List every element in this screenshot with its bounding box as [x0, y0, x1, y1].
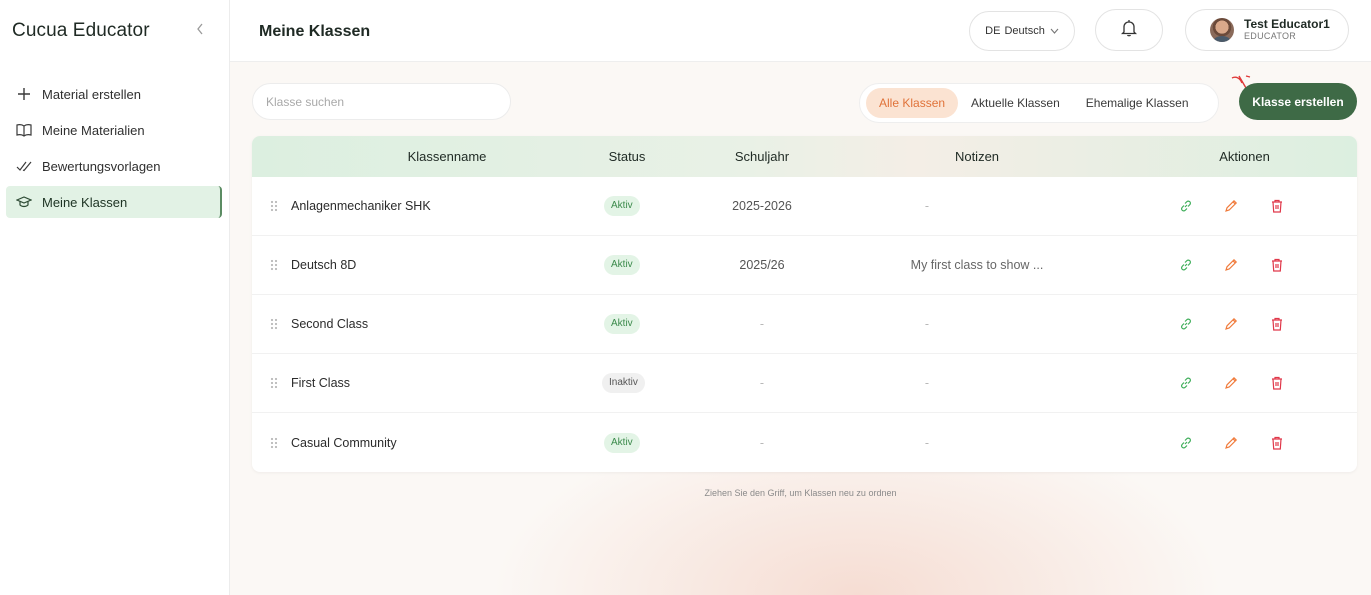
classes-table: Klassenname Status Schuljahr Notizen Akt…	[252, 136, 1357, 472]
top-bar: Meine Klassen DE Deutsch Test Educator1 …	[230, 0, 1371, 62]
notes: -	[924, 317, 930, 331]
sidebar-item-label: Meine Materialien	[42, 122, 145, 138]
sidebar-item-label: Bewertungsvorlagen	[42, 158, 161, 174]
status-badge: Inaktiv	[602, 373, 645, 393]
school-year: -	[759, 376, 765, 390]
user-menu[interactable]: Test Educator1 EDUCATOR	[1185, 9, 1349, 51]
school-year: -	[759, 435, 765, 450]
sidebar-item-material-erstellen[interactable]: Material erstellen	[6, 78, 222, 110]
status-badge: Aktiv	[604, 432, 640, 453]
table-row: Anlagenmechaniker SHK Aktiv 2025-2026 -	[252, 177, 1357, 236]
table-row: Second Class Aktiv - -	[252, 295, 1357, 354]
status-badge: Aktiv	[604, 255, 640, 275]
user-info: Test Educator1 EDUCATOR	[1244, 18, 1330, 42]
sidebar-nav: Material erstellen Meine Materialien Bew…	[6, 78, 222, 222]
drag-handle-icon[interactable]	[270, 200, 278, 212]
link-icon[interactable]	[1177, 197, 1195, 215]
status-badge: Aktiv	[604, 196, 640, 216]
language-selector[interactable]: DE Deutsch	[969, 11, 1075, 51]
edit-icon[interactable]	[1222, 374, 1240, 392]
book-icon	[14, 120, 34, 140]
link-icon[interactable]	[1177, 315, 1195, 333]
class-name: Casual Community	[291, 435, 397, 450]
notes: My first class to show ...	[910, 258, 1044, 272]
brand-title: Cucua Educator	[12, 20, 150, 41]
create-class-button[interactable]: Klasse erstellen	[1239, 83, 1357, 120]
reorder-hint: Ziehen Sie den Griff, um Klassen neu zu …	[704, 488, 897, 498]
school-year: -	[759, 317, 765, 331]
table-row: First Class Inaktiv - -	[252, 354, 1357, 413]
filter-tabs: Alle Klassen Aktuelle Klassen Ehemalige …	[859, 83, 1219, 123]
language-code: DE	[985, 25, 1001, 37]
table-body: Anlagenmechaniker SHK Aktiv 2025-2026 - …	[252, 177, 1357, 472]
page-title: Meine Klassen	[259, 23, 371, 40]
notifications-button[interactable]	[1095, 9, 1163, 51]
class-name: Deutsch 8D	[291, 258, 357, 272]
avatar	[1210, 18, 1234, 42]
link-icon[interactable]	[1177, 374, 1195, 392]
school-year: 2025/26	[739, 258, 785, 272]
edit-icon[interactable]	[1222, 197, 1240, 215]
bell-icon	[1120, 19, 1138, 42]
chevron-down-icon	[1050, 26, 1059, 36]
language-label: Deutsch	[1004, 25, 1045, 37]
delete-icon[interactable]	[1268, 374, 1286, 392]
sidebar-item-bewertungsvorlagen[interactable]: Bewertungsvorlagen	[6, 150, 222, 182]
tab-alle-klassen[interactable]: Alle Klassen	[866, 88, 959, 118]
column-header-status: Status	[608, 149, 646, 164]
notes: -	[924, 435, 930, 450]
drag-handle-icon[interactable]	[270, 377, 278, 389]
sidebar-item-label: Meine Klassen	[42, 194, 128, 210]
delete-icon[interactable]	[1268, 256, 1286, 274]
edit-icon[interactable]	[1222, 315, 1240, 333]
user-name: Test Educator1	[1244, 17, 1330, 31]
delete-icon[interactable]	[1268, 434, 1286, 452]
table-row: Deutsch 8D Aktiv 2025/26 My first class …	[252, 236, 1357, 295]
class-name: First Class	[291, 376, 351, 390]
sidebar-item-meine-materialien[interactable]: Meine Materialien	[6, 114, 222, 146]
edit-icon[interactable]	[1222, 256, 1240, 274]
sidebar-item-meine-klassen[interactable]: Meine Klassen	[6, 186, 222, 218]
graduation-cap-icon	[14, 192, 34, 212]
user-role: EDUCATOR	[1244, 31, 1297, 41]
column-header-notes: Notizen	[954, 149, 1000, 164]
drag-handle-icon[interactable]	[270, 436, 278, 449]
column-header-actions: Aktionen	[1219, 149, 1270, 164]
delete-icon[interactable]	[1268, 197, 1286, 215]
plus-icon	[14, 84, 34, 104]
search-input[interactable]	[252, 83, 511, 120]
class-name: Second Class	[291, 317, 369, 331]
edit-icon[interactable]	[1222, 434, 1240, 452]
main-content: Alle Klassen Aktuelle Klassen Ehemalige …	[230, 62, 1371, 595]
check-double-icon	[14, 156, 34, 176]
link-icon[interactable]	[1177, 434, 1195, 452]
column-header-year: Schuljahr	[734, 149, 790, 164]
school-year: 2025-2026	[732, 199, 792, 213]
chevron-left-icon[interactable]	[192, 22, 208, 40]
status-badge: Aktiv	[604, 314, 640, 334]
tab-aktuelle-klassen[interactable]: Aktuelle Klassen	[958, 88, 1073, 118]
notes: -	[924, 199, 930, 213]
table-row: Casual Community Aktiv - -	[252, 413, 1357, 472]
sidebar: Cucua Educator Material erstellen Meine …	[0, 0, 230, 595]
table-header: Klassenname Status Schuljahr Notizen Akt…	[252, 136, 1357, 177]
delete-icon[interactable]	[1268, 315, 1286, 333]
drag-handle-icon[interactable]	[270, 259, 278, 271]
class-name: Anlagenmechaniker SHK	[291, 199, 431, 213]
tab-ehemalige-klassen[interactable]: Ehemalige Klassen	[1073, 88, 1202, 118]
drag-handle-icon[interactable]	[270, 318, 278, 330]
link-icon[interactable]	[1177, 256, 1195, 274]
notes: -	[924, 376, 930, 390]
sidebar-item-label: Material erstellen	[42, 86, 141, 102]
